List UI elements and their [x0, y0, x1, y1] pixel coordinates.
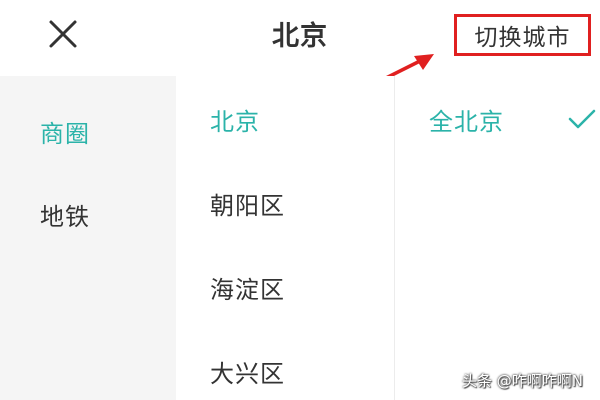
district-item-daxing[interactable]: 大兴区 [210, 354, 285, 389]
check-icon [568, 109, 596, 129]
switch-city-button[interactable]: 切换城市 [454, 14, 591, 56]
close-icon [49, 20, 77, 48]
district-item-chaoyang[interactable]: 朝阳区 [210, 186, 285, 221]
header-bar: 北京 切换城市 [0, 0, 600, 72]
category-item-business-circle[interactable]: 商圈 [40, 114, 90, 149]
category-item-subway[interactable]: 地铁 [40, 197, 90, 232]
area-item-label: 全北京 [429, 108, 504, 136]
area-column: 全北京 [395, 76, 600, 400]
city-filter-screen: 北京 切换城市 商圈 地铁 北京 朝阳区 海淀区 大兴区 全北京 头条 @咋啊咋… [0, 0, 600, 400]
category-column: 商圈 地铁 [0, 76, 176, 400]
area-item-all-beijing[interactable]: 全北京 [429, 102, 599, 138]
close-button[interactable] [44, 16, 82, 54]
district-item-haidian[interactable]: 海淀区 [210, 270, 285, 305]
district-column: 北京 朝阳区 海淀区 大兴区 [176, 76, 394, 400]
district-item-beijing[interactable]: 北京 [210, 102, 260, 137]
